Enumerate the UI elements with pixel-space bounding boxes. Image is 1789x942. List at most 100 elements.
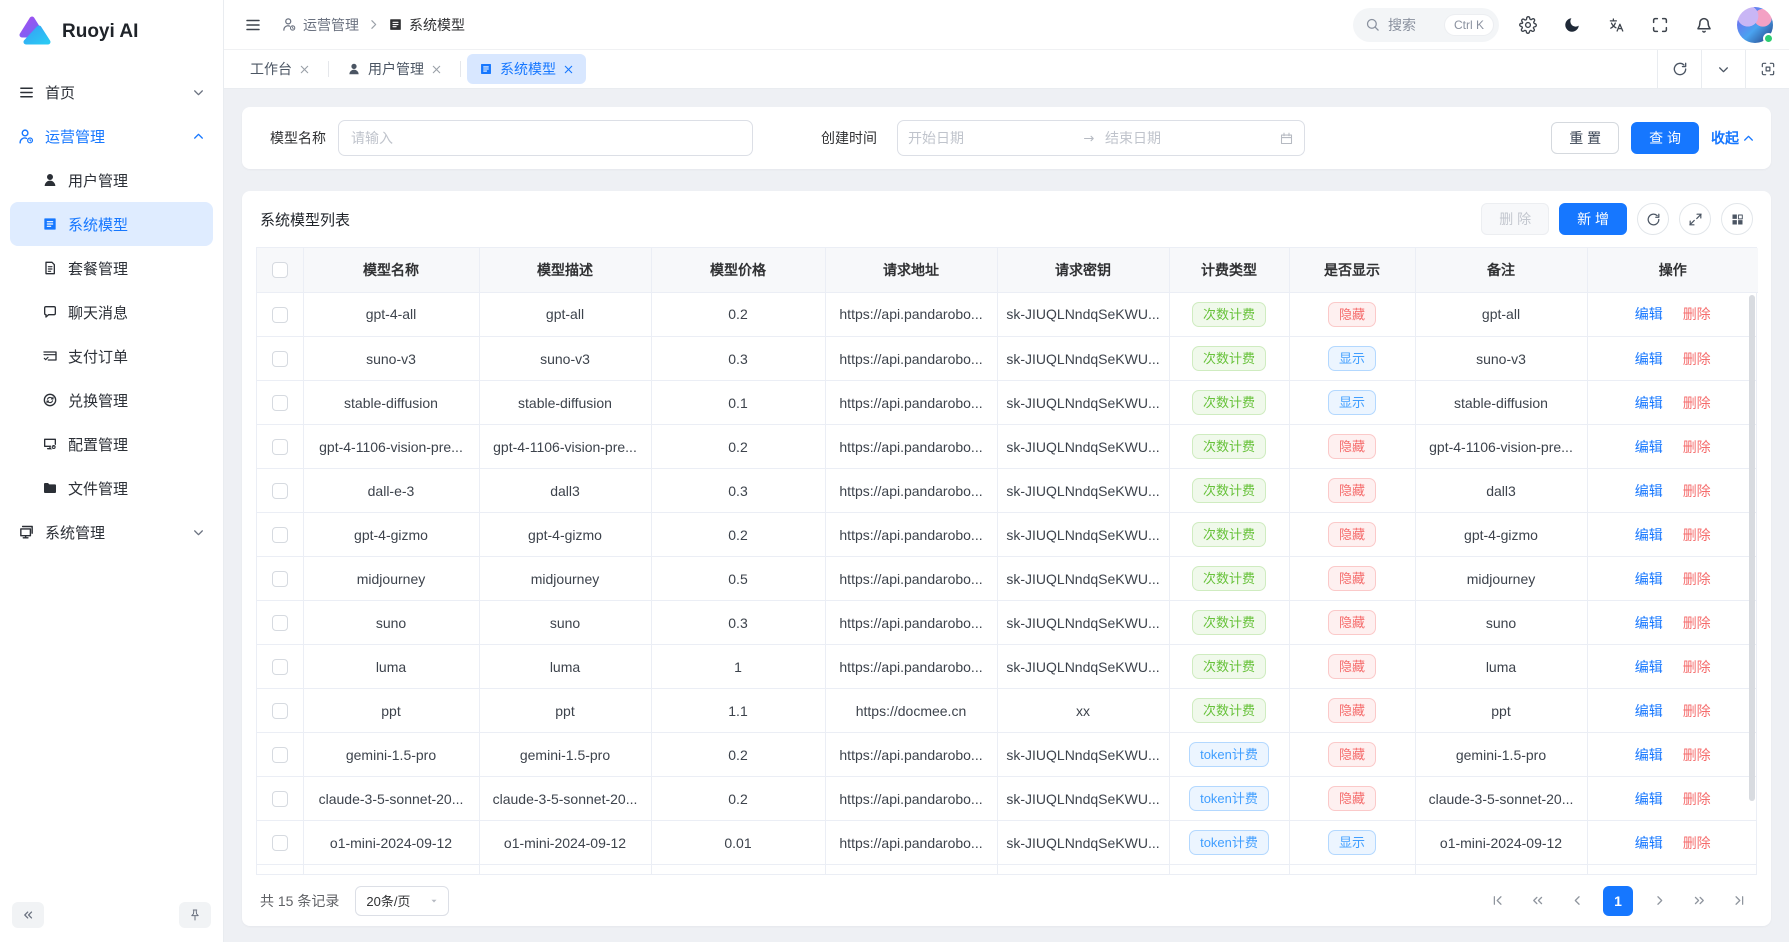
next-page-button[interactable]	[1645, 887, 1673, 915]
column-settings-button[interactable]	[1721, 203, 1753, 235]
language-button[interactable]	[1601, 10, 1631, 40]
add-button[interactable]: 新 增	[1559, 203, 1627, 235]
delete-link[interactable]: 删除	[1683, 351, 1711, 367]
row-checkbox[interactable]	[272, 791, 288, 807]
start-date-input[interactable]	[908, 130, 1074, 146]
cell-request-key: sk-JIUQLNndqSeKWU...	[997, 293, 1169, 337]
edit-link[interactable]: 编辑	[1635, 791, 1663, 807]
page-size-select[interactable]: 20条/页	[355, 886, 449, 916]
delete-link[interactable]: 删除	[1683, 835, 1711, 851]
current-page-button[interactable]: 1	[1603, 886, 1633, 916]
date-range-picker[interactable]	[897, 120, 1305, 156]
sidebar-item-label: 首页	[45, 82, 182, 103]
row-checkbox[interactable]	[272, 307, 288, 323]
close-icon[interactable]	[563, 64, 574, 75]
sidebar-collapse-button[interactable]	[12, 902, 44, 928]
sidebar-subitem-config[interactable]: 配置管理	[10, 422, 213, 466]
edit-link[interactable]: 编辑	[1635, 835, 1663, 851]
row-checkbox[interactable]	[272, 527, 288, 543]
delete-link[interactable]: 删除	[1683, 306, 1711, 322]
delete-link[interactable]: 删除	[1683, 703, 1711, 719]
row-checkbox[interactable]	[272, 439, 288, 455]
model-name-input[interactable]	[338, 120, 753, 156]
settings-button[interactable]	[1513, 10, 1543, 40]
row-checkbox[interactable]	[272, 483, 288, 499]
edit-link[interactable]: 编辑	[1635, 351, 1663, 367]
query-button[interactable]: 查 询	[1631, 122, 1699, 154]
edit-link[interactable]: 编辑	[1635, 306, 1663, 322]
breadcrumb-system-model[interactable]: 系统模型	[388, 15, 465, 35]
last-page-button[interactable]	[1725, 887, 1753, 915]
row-checkbox[interactable]	[272, 703, 288, 719]
first-page-button[interactable]	[1483, 887, 1511, 915]
tab-user-management[interactable]: 用户管理	[335, 54, 454, 84]
sidebar-item-system[interactable]: 系统管理	[10, 510, 213, 554]
end-date-input[interactable]	[1105, 130, 1271, 146]
content-fullscreen-button[interactable]	[1745, 50, 1789, 88]
cell-request-key: sk-JIUQLNndqSeKWU...	[997, 381, 1169, 425]
row-checkbox[interactable]	[272, 571, 288, 587]
edit-link[interactable]: 编辑	[1635, 527, 1663, 543]
sidebar-subitem-chat[interactable]: 聊天消息	[10, 290, 213, 334]
sidebar-subitem-doc[interactable]: 套餐管理	[10, 246, 213, 290]
delete-link[interactable]: 删除	[1683, 571, 1711, 587]
global-search[interactable]: 搜索 Ctrl K	[1353, 8, 1499, 42]
user-avatar[interactable]	[1737, 7, 1773, 43]
edit-link[interactable]: 编辑	[1635, 483, 1663, 499]
delete-link[interactable]: 删除	[1683, 747, 1711, 763]
edit-link[interactable]: 编辑	[1635, 439, 1663, 455]
edit-link[interactable]: 编辑	[1635, 747, 1663, 763]
notifications-button[interactable]	[1689, 10, 1719, 40]
tab-system-model[interactable]: 系统模型	[467, 54, 586, 84]
edit-link[interactable]: 编辑	[1635, 395, 1663, 411]
sidebar-subitem-folder[interactable]: 文件管理	[10, 466, 213, 510]
delete-button[interactable]: 删 除	[1481, 203, 1549, 235]
edit-link[interactable]: 编辑	[1635, 571, 1663, 587]
row-checkbox[interactable]	[272, 835, 288, 851]
table-fullscreen-button[interactable]	[1679, 203, 1711, 235]
brand[interactable]: Ruoyi AI	[0, 0, 223, 64]
edit-link[interactable]: 编辑	[1635, 615, 1663, 631]
edit-link[interactable]: 编辑	[1635, 703, 1663, 719]
collapse-sidebar-button[interactable]	[238, 10, 268, 40]
prev-page-button[interactable]	[1563, 887, 1591, 915]
sidebar-item-home[interactable]: 首页	[10, 70, 213, 114]
sidebar-subitem-list[interactable]: 系统模型	[10, 202, 213, 246]
table-scrollbar[interactable]	[1749, 295, 1755, 801]
breadcrumb-operations[interactable]: 运营管理	[282, 15, 359, 35]
row-checkbox[interactable]	[272, 747, 288, 763]
fullscreen-icon	[1651, 16, 1669, 34]
refresh-page-button[interactable]	[1657, 50, 1701, 88]
reset-button[interactable]: 重 置	[1551, 122, 1619, 154]
sidebar-item-operations[interactable]: 运营管理	[10, 114, 213, 158]
row-checkbox[interactable]	[272, 395, 288, 411]
refresh-table-button[interactable]	[1637, 203, 1669, 235]
cell-model-desc: gpt-4-gizmo	[479, 513, 651, 557]
delete-link[interactable]: 删除	[1683, 527, 1711, 543]
delete-link[interactable]: 删除	[1683, 483, 1711, 499]
row-checkbox[interactable]	[272, 351, 288, 367]
table-row: stable-diffusion stable-diffusion 0.1 ht…	[257, 381, 1757, 425]
tab-workbench[interactable]: 工作台	[238, 54, 322, 84]
delete-link[interactable]: 删除	[1683, 395, 1711, 411]
select-all-checkbox[interactable]	[272, 262, 288, 278]
sidebar-subitem-exchange[interactable]: 兑换管理	[10, 378, 213, 422]
close-icon[interactable]	[431, 64, 442, 75]
delete-link[interactable]: 删除	[1683, 791, 1711, 807]
sidebar-subitem-user[interactable]: 用户管理	[10, 158, 213, 202]
row-checkbox[interactable]	[272, 615, 288, 631]
fullscreen-button[interactable]	[1645, 10, 1675, 40]
sidebar-subitem-card[interactable]: 支付订单	[10, 334, 213, 378]
delete-link[interactable]: 删除	[1683, 615, 1711, 631]
tab-menu-button[interactable]	[1701, 50, 1745, 88]
edit-link[interactable]: 编辑	[1635, 659, 1663, 675]
jump-forward-button[interactable]	[1685, 887, 1713, 915]
theme-toggle-button[interactable]	[1557, 10, 1587, 40]
delete-link[interactable]: 删除	[1683, 659, 1711, 675]
collapse-filter-link[interactable]: 收起	[1711, 128, 1755, 148]
row-checkbox[interactable]	[272, 659, 288, 675]
delete-link[interactable]: 删除	[1683, 439, 1711, 455]
sidebar-pin-button[interactable]	[179, 902, 211, 928]
jump-back-button[interactable]	[1523, 887, 1551, 915]
close-icon[interactable]	[299, 64, 310, 75]
